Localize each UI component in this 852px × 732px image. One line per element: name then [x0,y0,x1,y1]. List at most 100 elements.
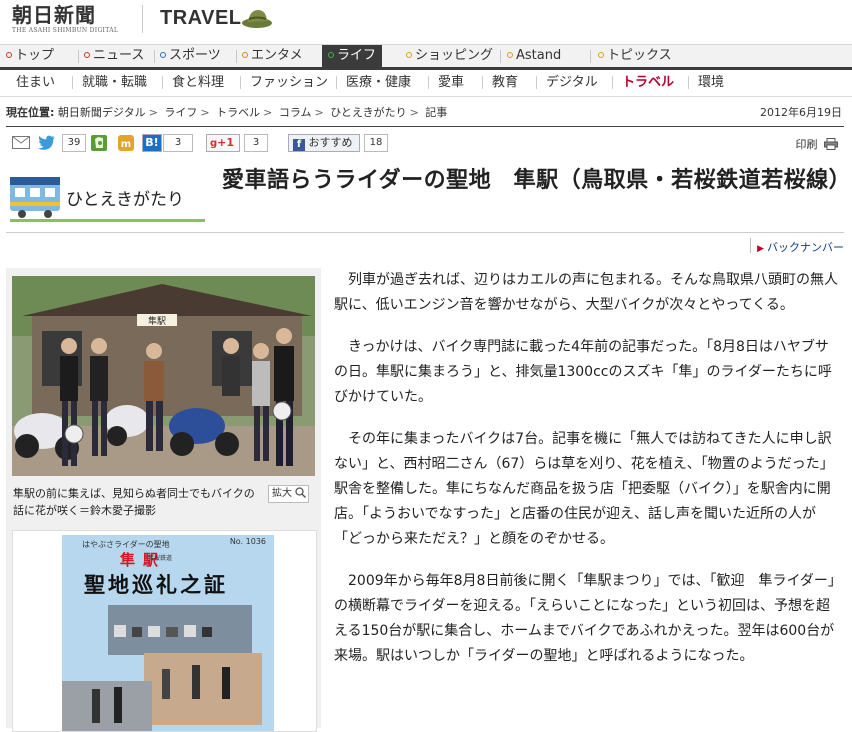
chevron-right-icon: > [200,106,210,119]
subnav-item-fashion[interactable]: ファッション [250,72,328,94]
subnav-item-environment[interactable]: 環境 [698,72,724,94]
station-sign-text: 隼駅 [148,315,166,327]
asahi-logo[interactable]: 朝日新聞 THE ASAHI SHIMBUN DIGITAL [12,4,118,34]
nav-divider [500,50,501,63]
mail-icon[interactable] [12,136,30,149]
back-number-link[interactable]: ▶ バックナンバー [757,239,844,255]
bike-mark [184,625,196,637]
breadcrumb-item[interactable]: トラベル [216,106,260,119]
column-logo-text: ひとえきがたり [66,190,184,210]
subnav-divider [162,76,163,89]
subnav-item-education[interactable]: 教育 [492,72,518,94]
logo-divider [142,5,143,33]
hatena-count: 3 [163,134,193,152]
facebook-icon: f [293,139,305,151]
nav-divider [590,50,591,63]
breadcrumb-item[interactable]: ひとえきがたり [330,106,406,119]
breadcrumb-current: 記事 [425,106,448,119]
dot-icon [242,52,248,58]
subnav-divider [72,76,73,89]
nav-label: エンタメ [251,48,303,63]
nav-astand[interactable]: Astand [507,45,561,67]
divider [6,126,844,127]
nav-shopping[interactable]: ショッピング [406,45,493,67]
print-button[interactable]: 印刷 [795,136,838,152]
person-mark [162,669,170,699]
zoom-label: 拡大 [272,488,292,499]
dot-icon [160,52,166,58]
logo-en: THE ASAHI SHIMBUN DIGITAL [12,27,119,34]
nav-life[interactable]: ライフ [322,45,383,67]
triangle-right-icon: ▶ [757,244,764,254]
nav-top[interactable]: トップ [6,45,54,67]
nav-divider [78,50,79,63]
breadcrumb-item[interactable]: コラム [279,106,312,119]
print-label: 印刷 [795,138,818,151]
certificate-photo[interactable]: はやぶさライダーの聖地 No. 1036 隼駅 若桜鉄道 聖地巡礼之証 [62,535,274,731]
nav-entame[interactable]: エンタメ [242,45,303,67]
subnav-divider [612,76,613,89]
breadcrumb-item[interactable]: 朝日新聞デジタル [58,106,146,119]
subnav-item-travel[interactable]: トラベル [622,72,674,94]
bike-mark [166,627,178,637]
mixi-icon[interactable]: m [118,135,134,151]
certificate-card: はやぶさライダーの聖地 No. 1036 隼駅 若桜鉄道 聖地巡礼之証 [12,530,317,732]
twitter-icon[interactable] [38,135,56,150]
chevron-right-icon: > [148,106,158,119]
helmet [64,424,84,444]
person-mark [114,687,122,723]
breadcrumb-label: 現在位置: [6,106,55,119]
facebook-count: 18 [364,134,388,152]
nav-news[interactable]: ニュース [84,45,144,67]
gplus-label: +1 [217,136,235,149]
sub-nav: 住まい 就職・転職 食と料理 ファッション 医療・健康 愛車 教育 デジタル ト… [0,70,852,97]
nav-label: ライフ [337,48,377,63]
breadcrumb: 現在位置: 朝日新聞デジタル > ライフ > トラベル > コラム > ひとえきがたり >… [6,104,447,120]
site-header: 朝日新聞 THE ASAHI SHIMBUN DIGITAL TRAVEL [0,0,852,40]
collage-photo [108,605,252,655]
subnav-item-jobs[interactable]: 就職・転職 [82,72,147,94]
train-window [30,188,40,197]
station-photo[interactable]: 隼駅 [12,276,315,476]
bike-mark [202,627,212,637]
nav-topics[interactable]: トピックス [598,45,672,67]
rider [222,338,240,396]
subnav-item-car[interactable]: 愛車 [438,72,464,94]
train-wheel [44,210,52,218]
zoom-button[interactable]: 拡大 [268,485,310,503]
article-paragraph: きっかけは、バイク専門誌に載った4年前の記事だった。「8月8日はハヤブサの日。隼… [334,339,832,405]
subnav-divider [240,76,241,89]
subnav-divider [688,76,689,89]
bike-mark [114,625,126,637]
article-paragraph: 列車が過ぎ去れば、辺りはカエルの声に包まれる。そんな鳥取県八頭町の無人駅に、低い… [334,272,838,313]
certificate-railway: 若桜鉄道 [148,555,173,562]
subnav-divider [336,76,337,89]
subnav-item-housing[interactable]: 住まい [16,72,55,94]
train-wheel [18,210,26,218]
subnav-item-health[interactable]: 医療・健康 [346,72,411,94]
subnav-item-food[interactable]: 食と料理 [172,72,224,94]
subnav-item-digital[interactable]: デジタル [546,72,598,94]
person-mark [192,665,200,699]
divider [750,238,751,253]
evernote-icon[interactable] [91,135,107,151]
gplus-count: 3 [244,134,268,152]
printer-icon [824,138,838,150]
nav-sports[interactable]: スポーツ [160,45,221,67]
nav-divider [154,50,155,63]
train-window [45,188,55,197]
dot-icon [84,52,90,58]
magnifier-icon [295,487,307,498]
logo-ja: 朝日新聞 [12,3,96,27]
column-logo[interactable]: ひとえきがたり [10,175,205,225]
section-title[interactable]: TRAVEL [160,7,242,30]
dot-icon [507,52,513,58]
photo-column: 隼駅 隼駅の前に集えば、見知らぬ者同士でもバイクの話に花が咲く＝鈴木愛子撮影 拡… [6,268,321,732]
chevron-right-icon: > [263,106,273,119]
back-number-label: バックナンバー [767,241,844,254]
subnav-divider [482,76,483,89]
breadcrumb-item[interactable]: ライフ [164,106,197,119]
chevron-right-icon: > [409,106,419,119]
article-title: 愛車語らうライダーの聖地 隼駅（鳥取県・若桜鉄道若桜線） [222,168,852,193]
subnav-divider [428,76,429,89]
